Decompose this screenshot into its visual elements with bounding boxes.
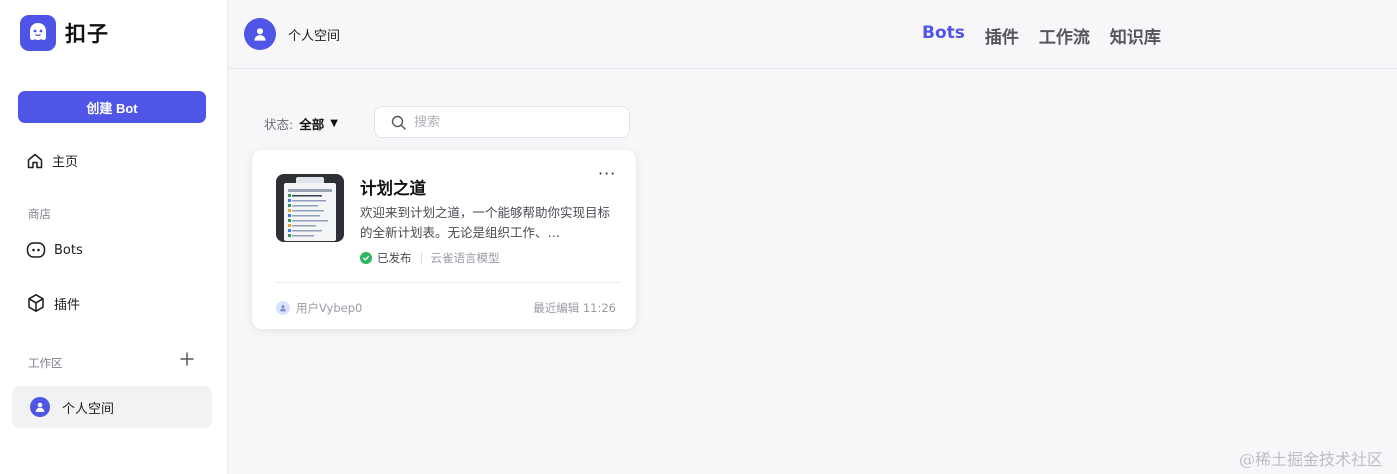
publish-status: 已发布	[360, 250, 412, 266]
workspace-label: 个人空间	[62, 401, 115, 417]
add-workspace-icon[interactable]	[179, 351, 195, 367]
search-input[interactable]	[414, 114, 614, 130]
status-label: 状态:	[264, 117, 294, 132]
watermark: @稀土掘金技术社区	[1238, 450, 1383, 469]
card-divider	[276, 282, 620, 283]
sidebar-item-plugins[interactable]: 插件	[26, 293, 80, 313]
user-avatar-icon	[30, 397, 50, 417]
meta-divider	[420, 252, 422, 264]
bot-meta: 已发布 云雀语言模型	[360, 250, 500, 266]
bot-title: 计划之道	[360, 179, 426, 198]
top-header: 个人空间 Bots 插件 工作流 知识库	[229, 0, 1397, 69]
status-filter-dropdown[interactable]: 状态: 全部 ▼	[264, 114, 338, 133]
search-icon	[391, 115, 406, 130]
bot-icon	[26, 242, 46, 258]
sidebar-item-label: 主页	[52, 155, 79, 170]
sidebar-item-label: 插件	[54, 297, 81, 313]
sidebar-item-bots[interactable]: Bots	[26, 241, 83, 259]
last-edited: 最近编辑 11:26	[533, 301, 616, 315]
model-name: 云雀语言模型	[430, 251, 500, 265]
search-box[interactable]	[374, 106, 630, 138]
owner-avatar-icon	[276, 301, 290, 315]
space-avatar-icon	[244, 18, 276, 50]
main-tabs: Bots 插件 工作流 知识库	[922, 23, 1181, 48]
logo-icon	[20, 15, 56, 51]
store-section-label: 商店	[28, 207, 51, 221]
sidebar-item-home[interactable]: 主页	[26, 151, 78, 170]
status-value: 全部	[299, 117, 325, 132]
cube-icon	[28, 294, 44, 312]
check-circle-icon	[360, 252, 372, 264]
home-icon	[27, 153, 43, 168]
bot-card[interactable]: 计划之道 ··· 欢迎来到计划之道，一个能够帮助你实现目标的全新计划表。无论是组…	[252, 150, 636, 329]
tab-knowledge[interactable]: 知识库	[1110, 23, 1161, 48]
owner-name: 用户Vybep0	[296, 301, 363, 315]
app-logo[interactable]: 扣子	[20, 15, 109, 51]
bot-description: 欢迎来到计划之道，一个能够帮助你实现目标的全新计划表。无论是组织工作、…	[360, 205, 611, 240]
tab-bots[interactable]: Bots	[922, 23, 965, 48]
more-options-icon[interactable]: ···	[598, 164, 616, 183]
workspace-section-label: 工作区	[28, 356, 63, 370]
caret-down-icon: ▼	[330, 118, 338, 129]
space-name: 个人空间	[288, 28, 341, 44]
publish-status-text: 已发布	[377, 251, 412, 265]
bot-owner: 用户Vybep0	[276, 300, 362, 316]
tab-workflow[interactable]: 工作流	[1039, 23, 1090, 48]
create-bot-button[interactable]: 创建 Bot	[18, 91, 206, 123]
sidebar-item-personal-space[interactable]: 个人空间	[12, 386, 212, 428]
sidebar: 扣子 创建 Bot 主页 商店 Bots 插件 工作区 个人空间	[0, 0, 228, 474]
sidebar-item-label: Bots	[54, 242, 83, 258]
app-name: 扣子	[65, 22, 109, 46]
bot-avatar-image	[276, 174, 344, 242]
tab-plugins[interactable]: 插件	[985, 23, 1019, 48]
space-switcher[interactable]: 个人空间	[244, 18, 340, 50]
